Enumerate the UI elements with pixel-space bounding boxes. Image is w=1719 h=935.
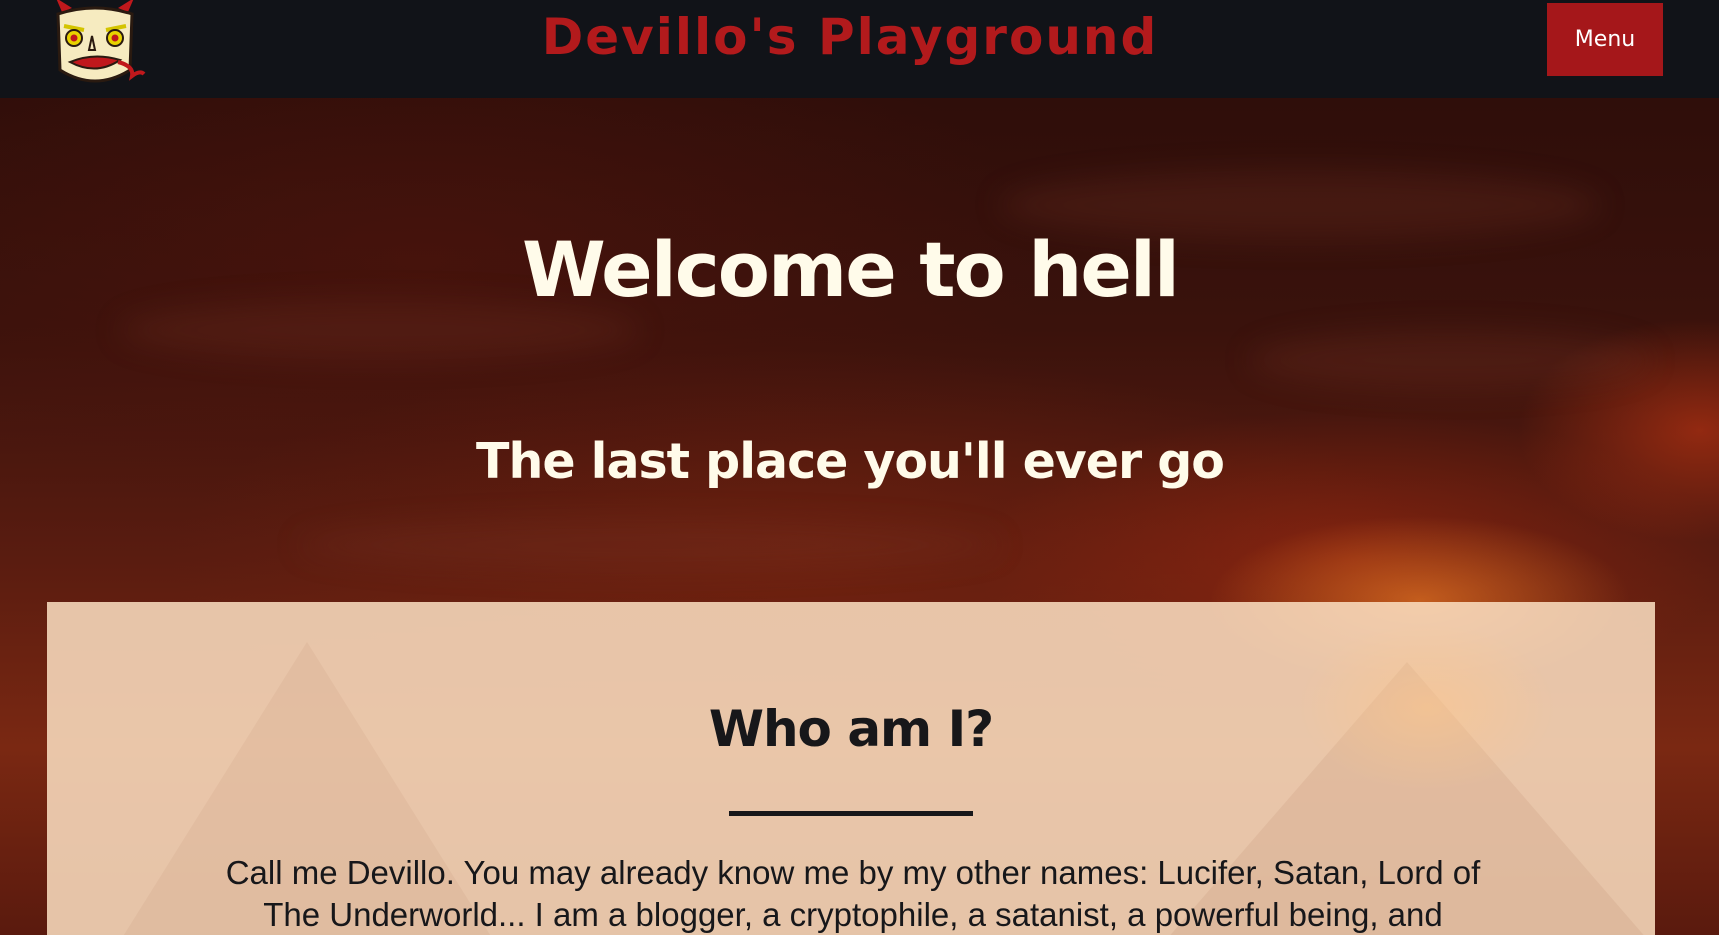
menu-button[interactable]: Menu (1547, 3, 1663, 76)
about-text: Call me Devillo. You may already know me… (225, 854, 1481, 933)
about-section: Who am I? Call me Devillo. You may alrea… (47, 602, 1655, 935)
hero-subtitle: The last place you'll ever go (476, 433, 1225, 490)
page: Devillo's Playground Menu Welcome to hel… (0, 0, 1719, 935)
heading-divider (729, 811, 973, 816)
top-navbar: Devillo's Playground Menu (0, 0, 1719, 98)
site-title[interactable]: Devillo's Playground (0, 8, 1700, 66)
hero-title: Welcome to hell (522, 225, 1180, 314)
about-heading: Who am I? (708, 700, 994, 758)
